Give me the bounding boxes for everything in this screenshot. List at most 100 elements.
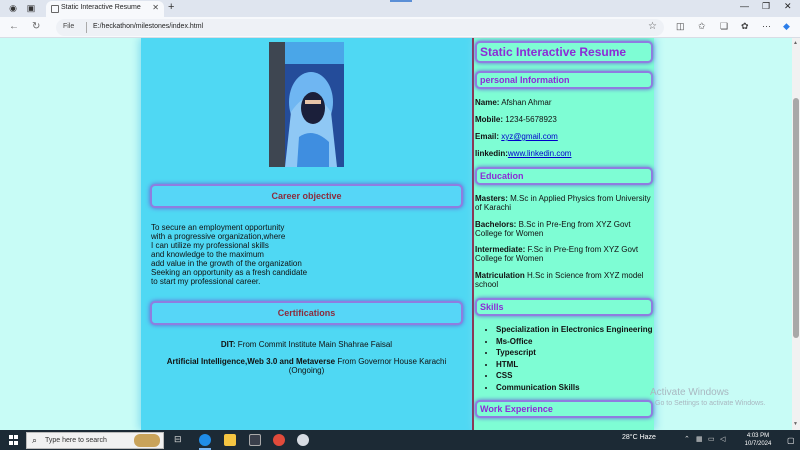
right-column: Static Interactive Resume personal Infor…: [472, 38, 654, 430]
page-scrollbar[interactable]: ▲ ▼: [792, 38, 800, 430]
objective-line: add value in the growth of the organizat…: [151, 259, 302, 268]
degree-label: Masters:: [475, 194, 508, 203]
skills-list: Specialization in Electronics Engineerin…: [496, 324, 652, 393]
back-icon[interactable]: ←: [9, 21, 19, 32]
task-view-icon[interactable]: ⊟: [174, 434, 186, 446]
sidebar-toggle-icon[interactable]: ▣: [24, 2, 38, 15]
education-heading: Education: [475, 167, 653, 185]
mobile-label: Mobile:: [475, 115, 503, 124]
email-row: Email: xyz@gmail.com: [475, 132, 653, 141]
certification-item: Artificial Intelligence,Web 3.0 and Meta…: [151, 357, 462, 375]
objective-line: Seeking an opportunity as a fresh candid…: [151, 268, 308, 277]
activate-windows-title: Activate Windows: [650, 387, 729, 398]
extensions-icon[interactable]: ✿: [741, 21, 749, 32]
mobile-value: 1234-5678923: [503, 115, 557, 124]
email-link[interactable]: xyz@gmail.com: [501, 132, 558, 141]
tab-title: Static Interactive Resume: [61, 4, 141, 11]
scroll-down-icon[interactable]: ▼: [793, 421, 798, 427]
tab-close-icon[interactable]: ✕: [152, 3, 159, 12]
favorite-star-icon[interactable]: ☆: [648, 21, 657, 32]
tray-overflow-icon[interactable]: ⌃: [684, 435, 690, 443]
chrome-icon[interactable]: [273, 434, 285, 446]
new-tab-icon[interactable]: +: [168, 1, 174, 13]
drag-indicator: [390, 0, 412, 2]
file-explorer-icon[interactable]: [224, 434, 236, 446]
volume-icon[interactable]: ◁: [720, 435, 725, 443]
maximize-icon[interactable]: ❐: [762, 1, 770, 12]
store-icon[interactable]: [249, 434, 261, 446]
career-objective-heading: Career objective: [150, 184, 463, 208]
activate-windows-subtitle: Go to Settings to activate Windows.: [655, 400, 766, 407]
minimize-icon[interactable]: —: [740, 1, 749, 11]
edge-browser-icon[interactable]: [199, 434, 211, 446]
profile-photo: [269, 42, 344, 167]
address-separator: [86, 22, 87, 33]
favorites-icon[interactable]: ✩: [698, 21, 706, 32]
skill-item: Communication Skills: [496, 382, 652, 394]
scroll-thumb[interactable]: [793, 98, 799, 338]
linkedin-link[interactable]: www.linkedin.com: [508, 149, 572, 158]
close-window-icon[interactable]: ✕: [784, 1, 792, 12]
cert-detail: From Commit Institute Main Shahrae Faisa…: [235, 340, 393, 349]
taskbar-search-box[interactable]: ⌕ Type here to search: [26, 432, 164, 449]
page-favicon-icon: [51, 5, 59, 13]
certifications-heading: Certifications: [150, 301, 463, 325]
copilot-icon[interactable]: ◆: [783, 21, 790, 32]
education-item: Masters: M.Sc in Applied Physics from Un…: [475, 194, 653, 212]
email-label: Email:: [475, 132, 500, 141]
cert-name: DIT:: [220, 340, 236, 349]
more-menu-icon[interactable]: ⋯: [762, 21, 771, 32]
collections-icon[interactable]: ❏: [720, 21, 728, 32]
address-url[interactable]: E:/heckathon/milestones/index.html: [93, 23, 203, 30]
objective-line: To secure an employment opportunity: [151, 223, 285, 232]
skill-item: CSS: [496, 370, 652, 382]
profile-icon[interactable]: ◉: [6, 2, 20, 15]
clock-date: 10/7/2024: [744, 441, 772, 447]
weather-widget[interactable]: 28°C Haze: [622, 434, 656, 441]
certification-item: DIT: From Commit Institute Main Shahrae …: [151, 340, 462, 349]
degree-label: Bachelors:: [475, 220, 517, 229]
network-icon[interactable]: ▭: [708, 435, 715, 443]
browser-tab[interactable]: Static Interactive Resume ✕: [46, 1, 164, 17]
left-column: Career objective To secure an employment…: [141, 38, 472, 430]
notification-icon[interactable]: ▢: [787, 436, 795, 445]
skill-item: Specialization in Electronics Engineerin…: [496, 324, 652, 336]
search-icon: ⌕: [32, 435, 38, 445]
degree-label: Intermediate:: [475, 245, 526, 254]
split-screen-icon[interactable]: ◫: [676, 21, 685, 32]
education-item: Intermediate: F.Sc in Pre-Eng from XYZ G…: [475, 245, 653, 263]
mobile-row: Mobile: 1234-5678923: [475, 115, 653, 124]
cert-name: Artificial Intelligence,Web 3.0 and Meta…: [166, 357, 336, 366]
skills-heading: Skills: [475, 298, 653, 316]
name-row: Name: Afshan Ahmar: [475, 98, 653, 107]
taskbar-clock[interactable]: 4:03 PM 10/7/2024: [740, 432, 776, 448]
resume-page: Career objective To secure an employment…: [0, 38, 792, 430]
scroll-up-icon[interactable]: ▲: [793, 40, 798, 46]
search-highlight-icon: [134, 434, 160, 447]
objective-line: to start my professional career.: [151, 277, 261, 286]
refresh-icon[interactable]: ↻: [32, 21, 40, 32]
navigation-bar: ← ↻ File E:/heckathon/milestones/index.h…: [0, 17, 800, 38]
objective-line: and knowledge to the maximum: [151, 250, 264, 259]
work-experience-heading: Work Experience: [475, 400, 653, 418]
personal-info-heading: personal Information: [475, 71, 653, 89]
browser-titlebar: ◉ ▣ Static Interactive Resume ✕ + — ❐ ✕: [0, 0, 800, 17]
address-scheme: File: [63, 23, 75, 30]
address-bar[interactable]: File E:/heckathon/milestones/index.html …: [56, 19, 664, 36]
name-label: Name:: [475, 98, 500, 107]
linkedin-label: linkedin:: [475, 149, 508, 158]
paint-icon[interactable]: [297, 434, 309, 446]
tray-app-icon[interactable]: ▦: [696, 435, 703, 443]
linkedin-row: linkedin:www.linkedin.com: [475, 149, 653, 158]
education-item: Matriculation H.Sc in Science from XYZ m…: [475, 271, 653, 289]
education-item: Bachelors: B.Sc in Pre-Eng from XYZ Govt…: [475, 220, 653, 238]
start-menu-icon[interactable]: [9, 435, 19, 445]
resume-title: Static Interactive Resume: [475, 41, 653, 63]
degree-label: Matriculation: [475, 271, 525, 280]
objective-line: with a progressive organization,where: [151, 232, 286, 241]
skill-item: HTML: [496, 359, 652, 371]
skill-item: Typescript: [496, 347, 652, 359]
clock-time: 4:03 PM: [746, 433, 770, 439]
name-value: Afshan Ahmar: [499, 98, 552, 107]
windows-taskbar: ⌕ Type here to search ⊟ 28°C Haze ⌃ ▦ ▭ …: [0, 430, 800, 450]
